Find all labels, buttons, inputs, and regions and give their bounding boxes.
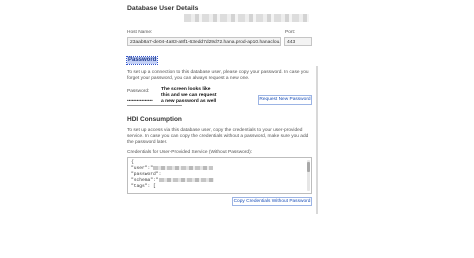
host-name-label: Host Name: (127, 30, 153, 35)
request-new-password-button[interactable]: Request New Password (258, 95, 312, 105)
hdi-consumption-heading: HDI Consumption (127, 116, 182, 123)
json-line-open-text: { (131, 160, 134, 165)
password-section-heading: Password (125, 56, 159, 65)
annotation-note: The screen looks like this and we can re… (161, 87, 217, 104)
scrollbar-icon[interactable] (307, 160, 310, 191)
password-label: Password: (127, 89, 150, 94)
redacted-user-value (153, 166, 214, 170)
port-field[interactable]: 443 (284, 37, 312, 46)
password-description: To set up a connection to this database … (127, 70, 309, 81)
port-label: Port: (285, 30, 296, 35)
json-line-user-text: "user":" (131, 166, 154, 172)
scrollbar-thumb[interactable] (307, 162, 310, 172)
host-name-field[interactable]: 23aab8a7-de04-4a83-a8f1-63edd7d29d72.han… (127, 37, 281, 46)
copy-credentials-button[interactable]: Copy Credentials Without Password (232, 197, 312, 206)
redacted-user-name (184, 14, 309, 22)
database-user-details-panel: Database User Details Host Name: 23aab8a… (125, 0, 317, 258)
redacted-schema-value (158, 178, 214, 183)
credentials-textarea[interactable]: { "user":" "password": "schema":" "tags"… (127, 157, 312, 194)
json-line-password-text: "password": (131, 172, 162, 178)
json-line-tags: "tags": [ (131, 184, 308, 190)
page-title: Database User Details (127, 5, 199, 12)
hdi-description: To set up access via this database user,… (127, 128, 309, 145)
json-line-tags-text: "tags": [ (131, 184, 156, 190)
panel-scroll-rail[interactable] (316, 66, 318, 214)
json-line-schema-text: "schema":" (131, 178, 159, 184)
credentials-label: Credentials for User-Provided Service (W… (127, 150, 253, 155)
